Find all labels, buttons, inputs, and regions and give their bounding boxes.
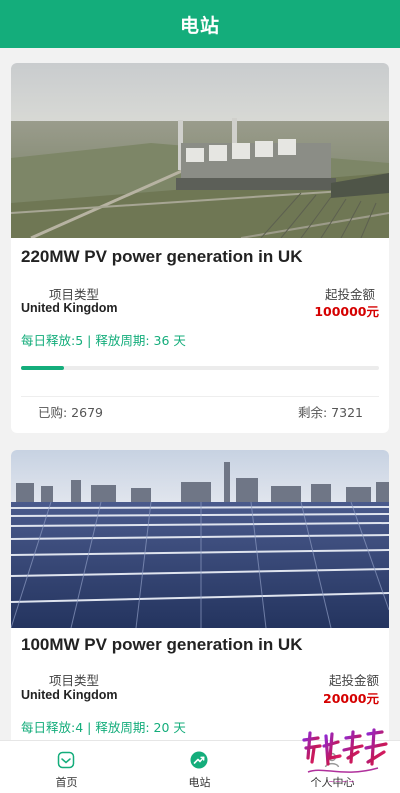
- min-investment-label: 起投金额: [328, 673, 379, 688]
- release-info: 每日释放:5 | 释放周期: 36 天: [21, 333, 186, 348]
- tab-station-label: 电站: [188, 776, 211, 789]
- station-title[interactable]: 220MW PV power generation in UK: [21, 247, 303, 267]
- progress-bar: [21, 366, 379, 370]
- coal-power-plant-photo: [11, 63, 389, 238]
- project-type-label: 项目类型: [49, 673, 100, 688]
- min-investment-value: 20000元: [323, 691, 379, 706]
- purchased-count: 已购: 2679: [38, 405, 103, 420]
- station-list[interactable]: 220MW PV power generation in UK 项目类型 Uni…: [0, 48, 400, 740]
- min-investment-value: 100000元: [314, 304, 379, 319]
- progress-fill: [21, 366, 64, 370]
- release-info: 每日释放:4 | 释放周期: 20 天: [21, 720, 186, 735]
- home-icon: [57, 751, 75, 769]
- trend-icon: [190, 751, 208, 769]
- station-title[interactable]: 100MW PV power generation in UK: [21, 635, 303, 655]
- watermark-logo: ~~~~: [302, 728, 388, 786]
- project-type-value: United Kingdom: [21, 688, 118, 702]
- page-header: 电站: [0, 0, 400, 48]
- solar-farm-photo: [11, 450, 389, 628]
- project-type-value: United Kingdom: [21, 301, 118, 315]
- remaining-count: 剩余: 7321: [298, 405, 363, 420]
- tab-station[interactable]: 电站: [133, 741, 266, 793]
- page-title: 电站: [179, 14, 220, 37]
- station-card[interactable]: 220MW PV power generation in UK 项目类型 Uni…: [11, 63, 389, 433]
- station-card[interactable]: 100MW PV power generation in UK 项目类型 Uni…: [11, 450, 389, 740]
- divider: [21, 396, 379, 397]
- tab-home-label: 首页: [55, 776, 78, 789]
- svg-text:~~~~: ~~~~: [328, 777, 355, 786]
- tab-home[interactable]: 首页: [0, 741, 133, 793]
